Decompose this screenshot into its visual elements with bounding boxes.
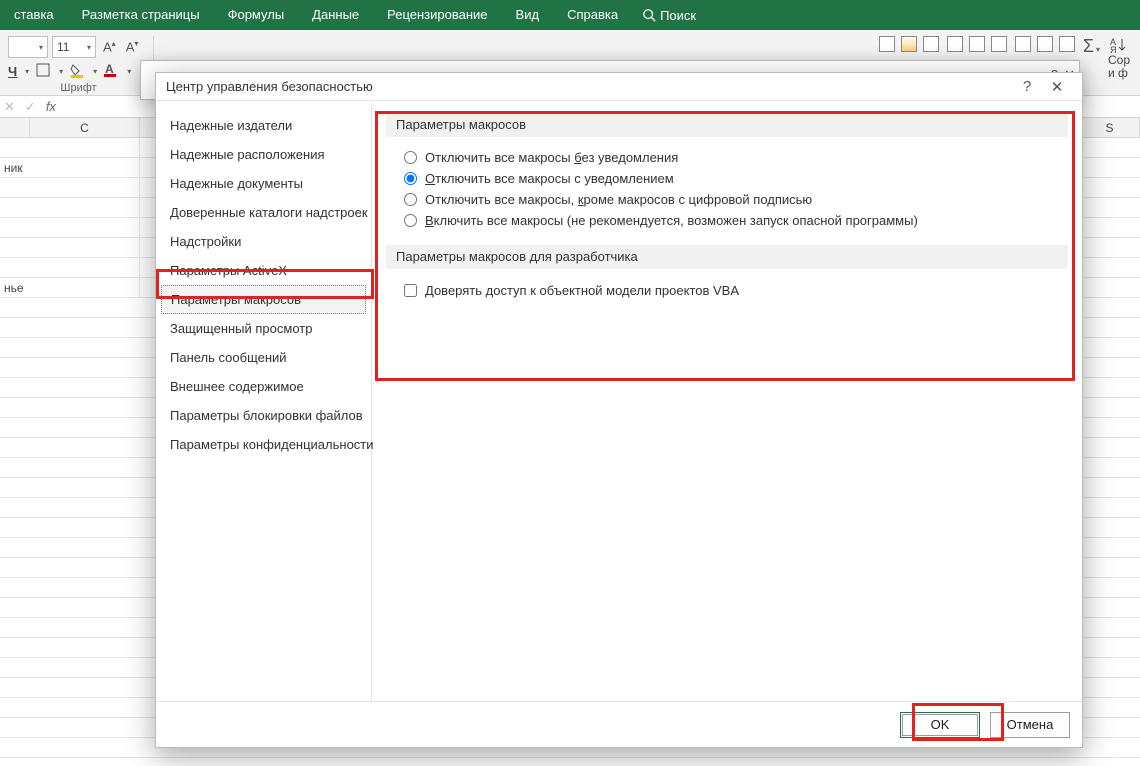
macro-radio-0[interactable]: Отключить все макросы без уведомления xyxy=(386,147,1068,168)
trust-center-dialog: Центр управления безопасностью ? ✕ Надеж… xyxy=(155,72,1083,748)
col-header-s[interactable]: S xyxy=(1080,118,1140,137)
nav-trusted-catalogs[interactable]: Доверенные каталоги надстроек xyxy=(156,198,371,227)
ribbon-tab[interactable]: Разметка страницы xyxy=(68,0,214,30)
fb-cancel[interactable]: ✕ xyxy=(4,99,15,115)
nav-external-content[interactable]: Внешнее содержимое xyxy=(156,372,371,401)
ribbon-tab[interactable]: Формулы xyxy=(214,0,299,30)
trust-vba-checkbox[interactable] xyxy=(404,284,417,297)
macro-radio-label-1: Отключить все макросы с уведомлением xyxy=(425,171,674,186)
trust-vba-label: Доверять доступ к объектной модели проек… xyxy=(425,283,739,298)
nav-file-block[interactable]: Параметры блокировки файлов xyxy=(156,401,371,430)
ribbon-tab[interactable]: Вид xyxy=(502,0,554,30)
border-icon[interactable] xyxy=(35,62,51,81)
macro-radio-label-0: Отключить все макросы без уведомления xyxy=(425,150,678,165)
nav-trusted-locations[interactable]: Надежные расположения xyxy=(156,140,371,169)
macro-radio-input-1[interactable] xyxy=(404,172,417,185)
cancel-button[interactable]: Отмена xyxy=(990,712,1070,738)
nav-privacy[interactable]: Параметры конфиденциальности xyxy=(156,430,371,459)
sort-icon: AЯ xyxy=(1109,36,1129,54)
ribbon-search[interactable]: Поиск xyxy=(632,8,706,23)
macro-radio-3[interactable]: Включить все макросы (не рекомендуется, … xyxy=(386,210,1068,231)
col-header-c[interactable]: C xyxy=(30,118,140,137)
nav-activex[interactable]: Параметры ActiveX xyxy=(156,256,371,285)
nav-message-bar[interactable]: Панель сообщений xyxy=(156,343,371,372)
ribbon-tab[interactable]: ставка xyxy=(0,0,68,30)
macro-radio-label-2: Отключить все макросы, кроме макросов с … xyxy=(425,192,812,207)
macro-radio-input-2[interactable] xyxy=(404,193,417,206)
ribbon-tab[interactable]: Данные xyxy=(298,0,373,30)
dialog-content: Параметры макросов Отключить все макросы… xyxy=(372,101,1082,701)
cell-style-icons[interactable] xyxy=(1015,36,1075,52)
dialog-footer: OK Отмена xyxy=(156,701,1082,747)
nav-trusted-documents[interactable]: Надежные документы xyxy=(156,169,371,198)
fb-check[interactable]: ✓ xyxy=(25,99,36,115)
dialog-titlebar: Центр управления безопасностью ? ✕ xyxy=(156,73,1082,101)
cell[interactable]: ник xyxy=(0,158,140,177)
dialog-help-button[interactable]: ? xyxy=(1012,78,1042,95)
sort-label2: и ф xyxy=(1108,66,1128,80)
font-name-dropdown[interactable]: ▾ xyxy=(8,36,48,58)
nav-macro-settings[interactable]: Параметры макросов xyxy=(161,285,366,314)
ribbon-tab[interactable]: Справка xyxy=(553,0,632,30)
sort-label1: Сор xyxy=(1108,53,1130,67)
font-color-icon[interactable]: A xyxy=(103,62,119,81)
nav-addins[interactable]: Надстройки xyxy=(156,227,371,256)
macro-radio-input-0[interactable] xyxy=(404,151,417,164)
dialog-nav: Надежные издатели Надежные расположения … xyxy=(156,101,372,701)
font-size-dropdown[interactable]: 11▾ xyxy=(52,36,96,58)
search-icon xyxy=(642,8,656,22)
table-style-icons[interactable] xyxy=(947,36,1007,52)
dialog-title: Центр управления безопасностью xyxy=(166,79,373,94)
macro-radio-label-3: Включить все макросы (не рекомендуется, … xyxy=(425,213,918,228)
macro-radio-2[interactable]: Отключить все макросы, кроме макросов с … xyxy=(386,189,1068,210)
font-size-value: 11 xyxy=(57,40,69,54)
shrink-font-icon[interactable]: A▾ xyxy=(123,39,142,54)
ribbon-tabs: ставка Разметка страницы Формулы Данные … xyxy=(0,0,1140,30)
fx-label[interactable]: fx xyxy=(46,99,56,114)
dialog-close-button[interactable]: ✕ xyxy=(1042,78,1072,96)
fill-color-icon[interactable] xyxy=(69,62,85,81)
ribbon-search-label: Поиск xyxy=(660,8,696,23)
grow-font-icon[interactable]: A▴ xyxy=(100,39,119,54)
nav-protected-view[interactable]: Защищенный просмотр xyxy=(156,314,371,343)
section-macro-settings: Параметры макросов xyxy=(386,113,1068,137)
cond-format-icons[interactable] xyxy=(879,36,939,52)
section-dev-macro: Параметры макросов для разработчика xyxy=(386,245,1068,269)
sigma-icon[interactable]: Σ▾ xyxy=(1083,36,1100,57)
ok-button[interactable]: OK xyxy=(900,712,980,738)
underline-button[interactable]: Ч xyxy=(8,64,17,79)
cell[interactable]: нье xyxy=(0,278,140,297)
svg-text:A: A xyxy=(105,62,114,76)
macro-radio-input-3[interactable] xyxy=(404,214,417,227)
sort-filter[interactable]: AЯ Сори ф xyxy=(1108,36,1130,80)
font-group-label: Шрифт xyxy=(4,82,153,94)
ribbon-tab[interactable]: Рецензирование xyxy=(373,0,501,30)
macro-radio-1[interactable]: Отключить все макросы с уведомлением xyxy=(386,168,1068,189)
nav-trusted-publishers[interactable]: Надежные издатели xyxy=(156,111,371,140)
font-group: ▾ 11▾ A▴ A▾ Ч▾ ▾ ▾ A▾ Шрифт xyxy=(4,36,154,96)
